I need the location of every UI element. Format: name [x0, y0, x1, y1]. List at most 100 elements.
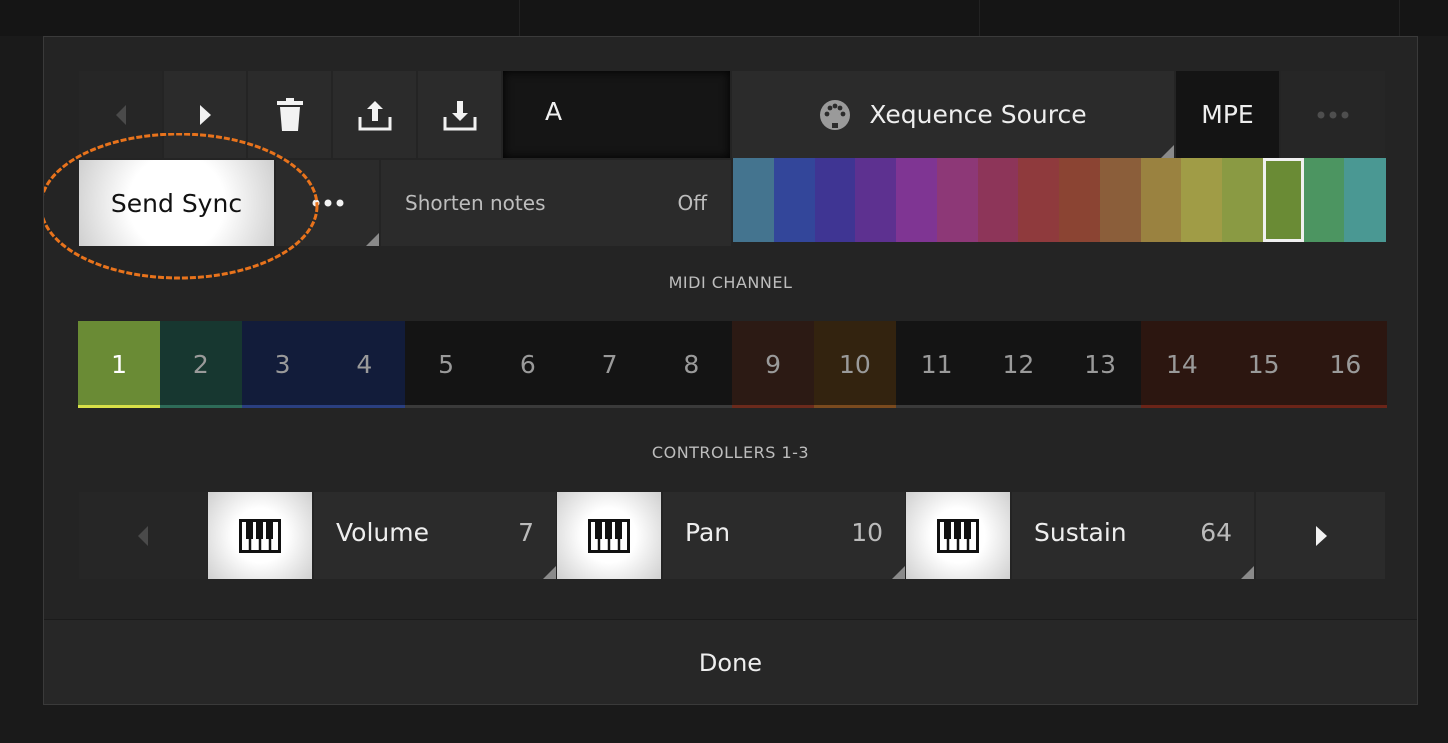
midi-channel-number: 11 — [920, 350, 953, 379]
preset-name-value: A — [545, 97, 563, 126]
background-header — [0, 0, 1448, 36]
midi-channel-9[interactable]: 9 — [732, 321, 815, 408]
color-swatch[interactable] — [1059, 158, 1101, 242]
color-swatch[interactable] — [814, 158, 856, 242]
midi-channel-12[interactable]: 12 — [977, 321, 1060, 408]
done-button[interactable]: Done — [44, 619, 1417, 704]
controller-2-learn-button[interactable] — [557, 492, 661, 579]
background-cell — [520, 0, 980, 36]
controller-3-learn-button[interactable] — [906, 492, 1010, 579]
midi-channel-number: 15 — [1247, 350, 1280, 379]
controller-1-number: 7 — [518, 518, 534, 547]
midi-channel-7[interactable]: 7 — [568, 321, 651, 408]
done-label: Done — [698, 649, 763, 677]
midi-channel-16[interactable]: 16 — [1304, 321, 1387, 408]
export-button[interactable] — [333, 71, 416, 158]
midi-channel-indicator — [895, 405, 978, 408]
background-cell — [60, 0, 520, 36]
midi-channel-number: 6 — [519, 350, 536, 379]
midi-channel-10[interactable]: 10 — [813, 321, 896, 408]
midi-channel-11[interactable]: 11 — [895, 321, 978, 408]
color-swatch[interactable] — [936, 158, 978, 242]
more-icon — [1317, 111, 1349, 118]
import-icon — [443, 100, 476, 130]
midi-channel-number: 7 — [601, 350, 618, 379]
color-swatch[interactable] — [733, 158, 775, 242]
midi-channel-number: 1 — [111, 350, 128, 379]
midi-channel-indicator — [732, 405, 815, 408]
midi-channel-number: 8 — [683, 350, 700, 379]
midi-channel-number: 10 — [838, 350, 871, 379]
preset-name-field[interactable]: A — [503, 71, 730, 158]
controller-2-name: Pan — [685, 518, 731, 547]
color-swatch[interactable] — [773, 158, 815, 242]
color-swatch[interactable] — [1222, 158, 1264, 242]
color-swatch[interactable] — [1344, 158, 1386, 242]
color-swatch[interactable] — [855, 158, 897, 242]
midi-port-icon — [820, 99, 851, 130]
midi-channel-number: 9 — [765, 350, 782, 379]
midi-channel-indicator — [78, 405, 161, 408]
midi-channel-2[interactable]: 2 — [159, 321, 242, 408]
midi-channel-indicator — [813, 405, 896, 408]
midi-channel-5[interactable]: 5 — [405, 321, 488, 408]
controllers-next-button[interactable] — [1256, 492, 1385, 579]
import-button[interactable] — [418, 71, 501, 158]
source-selector[interactable]: Xequence Source — [732, 71, 1174, 158]
midi-channel-label: MIDI CHANNEL — [668, 273, 793, 292]
color-swatch[interactable] — [1018, 158, 1060, 242]
midi-channel-number: 12 — [1002, 350, 1035, 379]
mpe-label: MPE — [1201, 100, 1254, 129]
controller-2[interactable]: Pan 10 — [663, 492, 905, 579]
color-swatch[interactable] — [1099, 158, 1141, 242]
more-button[interactable] — [1281, 71, 1385, 158]
midi-channel-number: 13 — [1084, 350, 1117, 379]
midi-channel-number: 16 — [1329, 350, 1362, 379]
mpe-toggle[interactable]: MPE — [1176, 71, 1279, 158]
midi-channel-6[interactable]: 6 — [486, 321, 569, 408]
midi-channel-13[interactable]: 13 — [1059, 321, 1142, 408]
color-swatch[interactable] — [1262, 158, 1304, 242]
color-swatch[interactable] — [1303, 158, 1345, 242]
color-swatch[interactable] — [1140, 158, 1182, 242]
annotation-circle — [44, 133, 319, 280]
piano-icon — [239, 518, 281, 553]
midi-channel-4[interactable]: 4 — [323, 321, 406, 408]
chevron-left-icon — [115, 104, 126, 125]
midi-channel-indicator — [241, 405, 324, 408]
chevron-right-icon — [1315, 525, 1327, 546]
color-swatch[interactable] — [1181, 158, 1223, 242]
midi-channel-indicator — [1140, 405, 1223, 408]
midi-channel-number: 2 — [192, 350, 209, 379]
shorten-notes-label: Shorten notes — [405, 191, 546, 215]
midi-channel-indicator — [568, 405, 651, 408]
midi-channel-15[interactable]: 15 — [1222, 321, 1305, 408]
midi-channel-number: 14 — [1165, 350, 1198, 379]
controller-2-number: 10 — [851, 518, 883, 547]
shorten-notes-value: Off — [677, 191, 707, 215]
midi-channel-14[interactable]: 14 — [1140, 321, 1223, 408]
source-name: Xequence Source — [869, 100, 1087, 129]
color-swatch[interactable] — [977, 158, 1019, 242]
chevron-left-icon — [138, 525, 148, 546]
controller-1-learn-button[interactable] — [208, 492, 312, 579]
piano-icon — [937, 518, 979, 553]
source-settings-dialog: A Xequence Source MPE Send Sync Shorten … — [43, 36, 1418, 705]
controller-3[interactable]: Sustain 64 — [1012, 492, 1254, 579]
midi-channel-1[interactable]: 1 — [78, 321, 161, 408]
midi-channel-indicator — [1059, 405, 1142, 408]
midi-channel-indicator — [486, 405, 569, 408]
controller-1[interactable]: Volume 7 — [314, 492, 556, 579]
controllers-previous-button[interactable] — [79, 492, 207, 579]
color-swatch[interactable] — [896, 158, 938, 242]
midi-channel-indicator — [159, 405, 242, 408]
midi-channel-number: 5 — [438, 350, 455, 379]
midi-channel-indicator — [1304, 405, 1387, 408]
midi-channel-indicator — [650, 405, 733, 408]
midi-channel-3[interactable]: 3 — [241, 321, 324, 408]
shorten-notes-toggle[interactable]: Shorten notes Off — [381, 160, 731, 246]
piano-icon — [588, 518, 630, 553]
controllers-label: CONTROLLERS 1-3 — [651, 443, 810, 462]
midi-channel-8[interactable]: 8 — [650, 321, 733, 408]
midi-channel-indicator — [405, 405, 488, 408]
